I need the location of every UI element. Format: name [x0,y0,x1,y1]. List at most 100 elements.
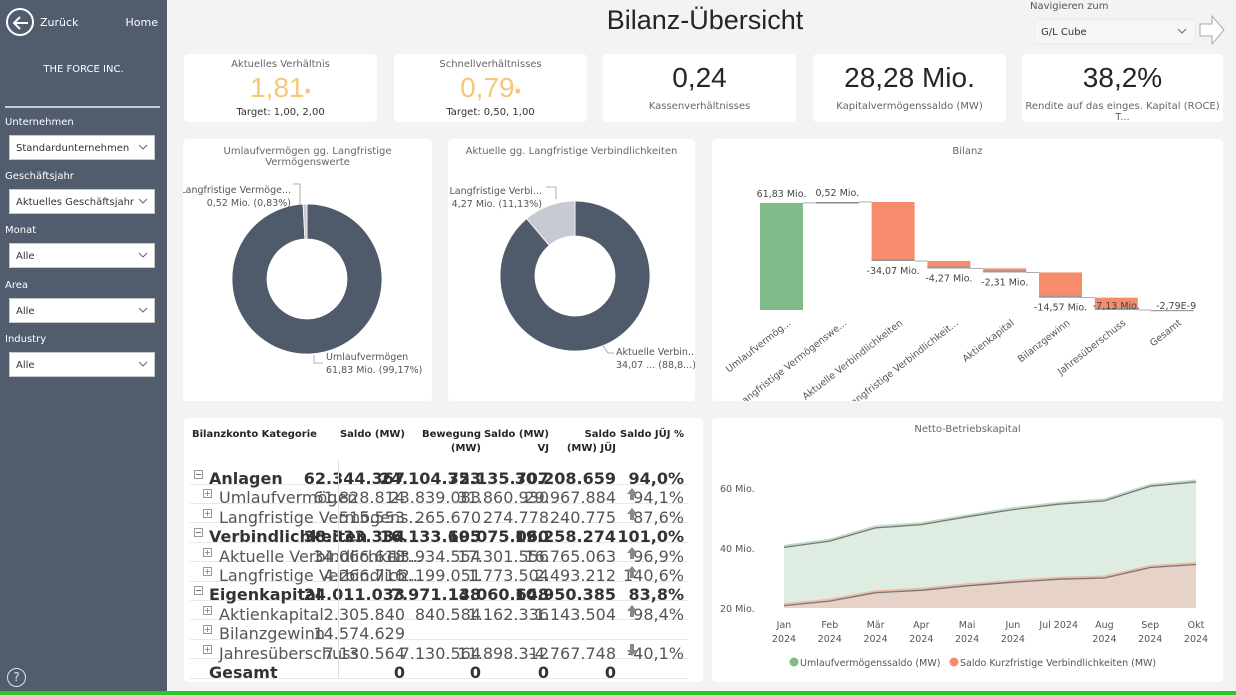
waterfall-data-label: 61,83 Mio. [757,189,807,200]
filter-label-unternehmen: Unternehmen [5,117,74,128]
area-chart-card: Netto-Betriebskapital 20 Mio. 40 Mio. 60 M… [712,418,1223,682]
x-axis-tick: Aug [1095,620,1114,631]
x-axis-label: Aktuelle Verbindlichkeiten [801,318,905,401]
expand-icon[interactable]: + [203,567,212,576]
x-axis-tick-year: 2024 [1184,634,1208,645]
filter-area-select[interactable]: Alle [9,298,155,323]
filter-value: Alle [16,306,35,317]
filter-value: Alle [16,251,35,262]
page-title: Bilanz-Übersicht [606,5,804,35]
waterfall-bar[interactable] [815,202,859,204]
expand-icon[interactable]: + [203,605,212,615]
x-axis-tick: Sep [1141,620,1159,631]
filter-value: Standardunternehmen [16,143,130,154]
chevron-down-icon [138,361,148,367]
x-axis-tick: Okt [1188,620,1205,631]
filter-label-industry: Industry [5,334,47,345]
waterfall-bar-base [983,270,1027,273]
home-link[interactable]: Home [126,16,158,29]
table-row[interactable]: − Eigenkapital 24.011.033 7.971.148 13.060.6… [190,581,688,604]
nav-label: Navigieren zum [1030,1,1109,12]
kpi-card-roce: 38,2% Rendite auf das einges. Kapital (R… [1022,54,1223,123]
table-row[interactable]: − Anlagen 62.344.367 24.104.753 32.135.707 30… [190,465,688,488]
cell-vj: 0 [537,663,549,682]
arrow-up-icon [627,488,637,501]
waterfall-chart: 61,83 Mio.Umlaufvermög...0,52 Mio.Langfr… [724,188,1196,401]
x-axis-label: Langfristige Vermögenswe... [736,318,849,401]
waterfall-data-label: -34,07 Mio. [867,266,920,277]
waterfall-data-label: -2,31 Mio. [981,277,1028,288]
legend-marker[interactable] [949,657,959,667]
navigate-arrow-icon[interactable] [1199,14,1225,46]
waterfall-bar-base [927,266,971,269]
x-axis-tick-year: 2024 [818,634,842,645]
table-column-header[interactable]: Bilanzkonto Kategorie [192,428,317,442]
table-row[interactable]: + Umlaufvermögen 61.828.814 23.839.083 31.86… [190,484,688,507]
kpi-card-quick-ratio: Schnellverhältnisses 0,79• Target: 0,50,… [394,54,587,122]
table-row[interactable]: Gesamt 0 0 0 0 [190,659,688,682]
slice-label: Langfristige Verbi... [449,186,542,197]
back-link[interactable]: Zurück [40,16,78,29]
x-axis-label: Gesamt [1148,318,1184,350]
table-row[interactable]: + Aktienkapital 2.305.840 840.584 1.162.336 1… [190,601,688,624]
expand-icon[interactable]: + [203,508,212,518]
chevron-down-icon [138,144,148,150]
expand-icon[interactable]: + [203,547,212,557]
filter-value: Alle [16,360,35,371]
slice-value-label: 61,83 Mio. (99,17%) [326,365,422,376]
collapse-icon[interactable]: − [194,470,203,479]
kpi-value: 1,81• [250,72,311,103]
waterfall-bar[interactable] [1039,272,1082,298]
waterfall-bar[interactable] [871,202,915,262]
table-row[interactable]: − Verbindlichkeiten 38.333.334 16.133.605 19… [190,523,688,546]
table-row[interactable]: + Langfristige Vermögens... 515.553 265.670… [190,504,688,527]
filter-monat-select[interactable]: Alle [9,243,155,268]
help-icon[interactable]: ? [7,668,26,687]
expand-icon[interactable]: + [203,625,212,635]
collapse-icon[interactable]: − [194,586,203,596]
x-axis-tick-year: 2024 [1001,634,1025,645]
filter-value: Aktuelles Geschäftsjahr [16,197,135,208]
donut-card-assets: Umlaufvermögen gg. Langfristige Vermögen… [183,139,432,401]
x-axis-tick: Feb [821,620,838,631]
filter-label-geschaeftsjahr: Geschäftsjahr [5,171,74,182]
waterfall-data-label: -7,13 Mio. [1093,301,1140,312]
kpi-target: Target: 0,50, 1,00 [446,107,535,118]
legend-marker[interactable] [789,657,799,667]
table-row[interactable]: + Bilanzgewinn 14.574.629 [190,620,688,643]
x-axis-tick-year: 2024 [1138,634,1162,645]
slice-label: Langfristige Vermöge... [183,185,291,196]
table-row[interactable]: + Aktuelle Verbindlichkeit... 34.066.618 13… [190,543,688,566]
table-column-header[interactable]: Saldo JÜJ % [584,428,684,442]
donut-card-liabilities: Aktuelle gg. Langfristige Verbindlichkei… [448,139,695,401]
kpi-target: Target: 1,00, 2,00 [236,107,325,118]
filter-label-area: Area [5,280,29,291]
leader-line [546,186,557,199]
back-button[interactable] [6,8,34,36]
filter-unternehmen-select[interactable]: Standardunternehmen [9,135,155,160]
filter-geschaeftsjahr-select[interactable]: Aktuelles Geschäftsjahr [9,189,155,214]
navigate-select[interactable]: G/L Cube [1034,19,1196,44]
legend-label[interactable]: Saldo Kurzfristige Verbindlichkeiten (MW… [960,658,1156,669]
arrow-down-icon [627,643,637,656]
waterfall-bar-base [871,259,915,262]
waterfall-bar[interactable] [760,202,803,310]
chevron-down-icon [138,252,148,258]
expand-icon[interactable]: + [203,644,212,654]
collapse-icon[interactable]: − [194,528,203,538]
arrow-up-icon [627,604,637,617]
sidebar-divider [5,106,160,108]
bottom-status-bar [0,691,1236,695]
table-row[interactable]: + Langfristige Verbindlich... 4.266.716 2.1… [190,562,688,585]
x-axis-tick-year: 2024 [772,634,796,645]
waterfall-bar-base [1039,295,1082,298]
slice-value-label: 4,27 Mio. (11,13%) [452,199,542,210]
y-axis-tick: 60 Mio. [720,484,755,495]
expand-icon[interactable]: + [203,489,212,499]
chevron-down-icon [138,198,148,204]
legend-label[interactable]: Umlaufvermögenssaldo (MW) [800,658,940,669]
arrow-up-icon [627,507,637,520]
filter-industry-select[interactable]: Alle [9,352,155,377]
kpi-label: Rendite auf das einges. Kapital (ROCE) T… [1025,101,1220,123]
table-row[interactable]: + Jahresüberschuss 7.130.564 7.130.564 11.89… [190,640,688,663]
